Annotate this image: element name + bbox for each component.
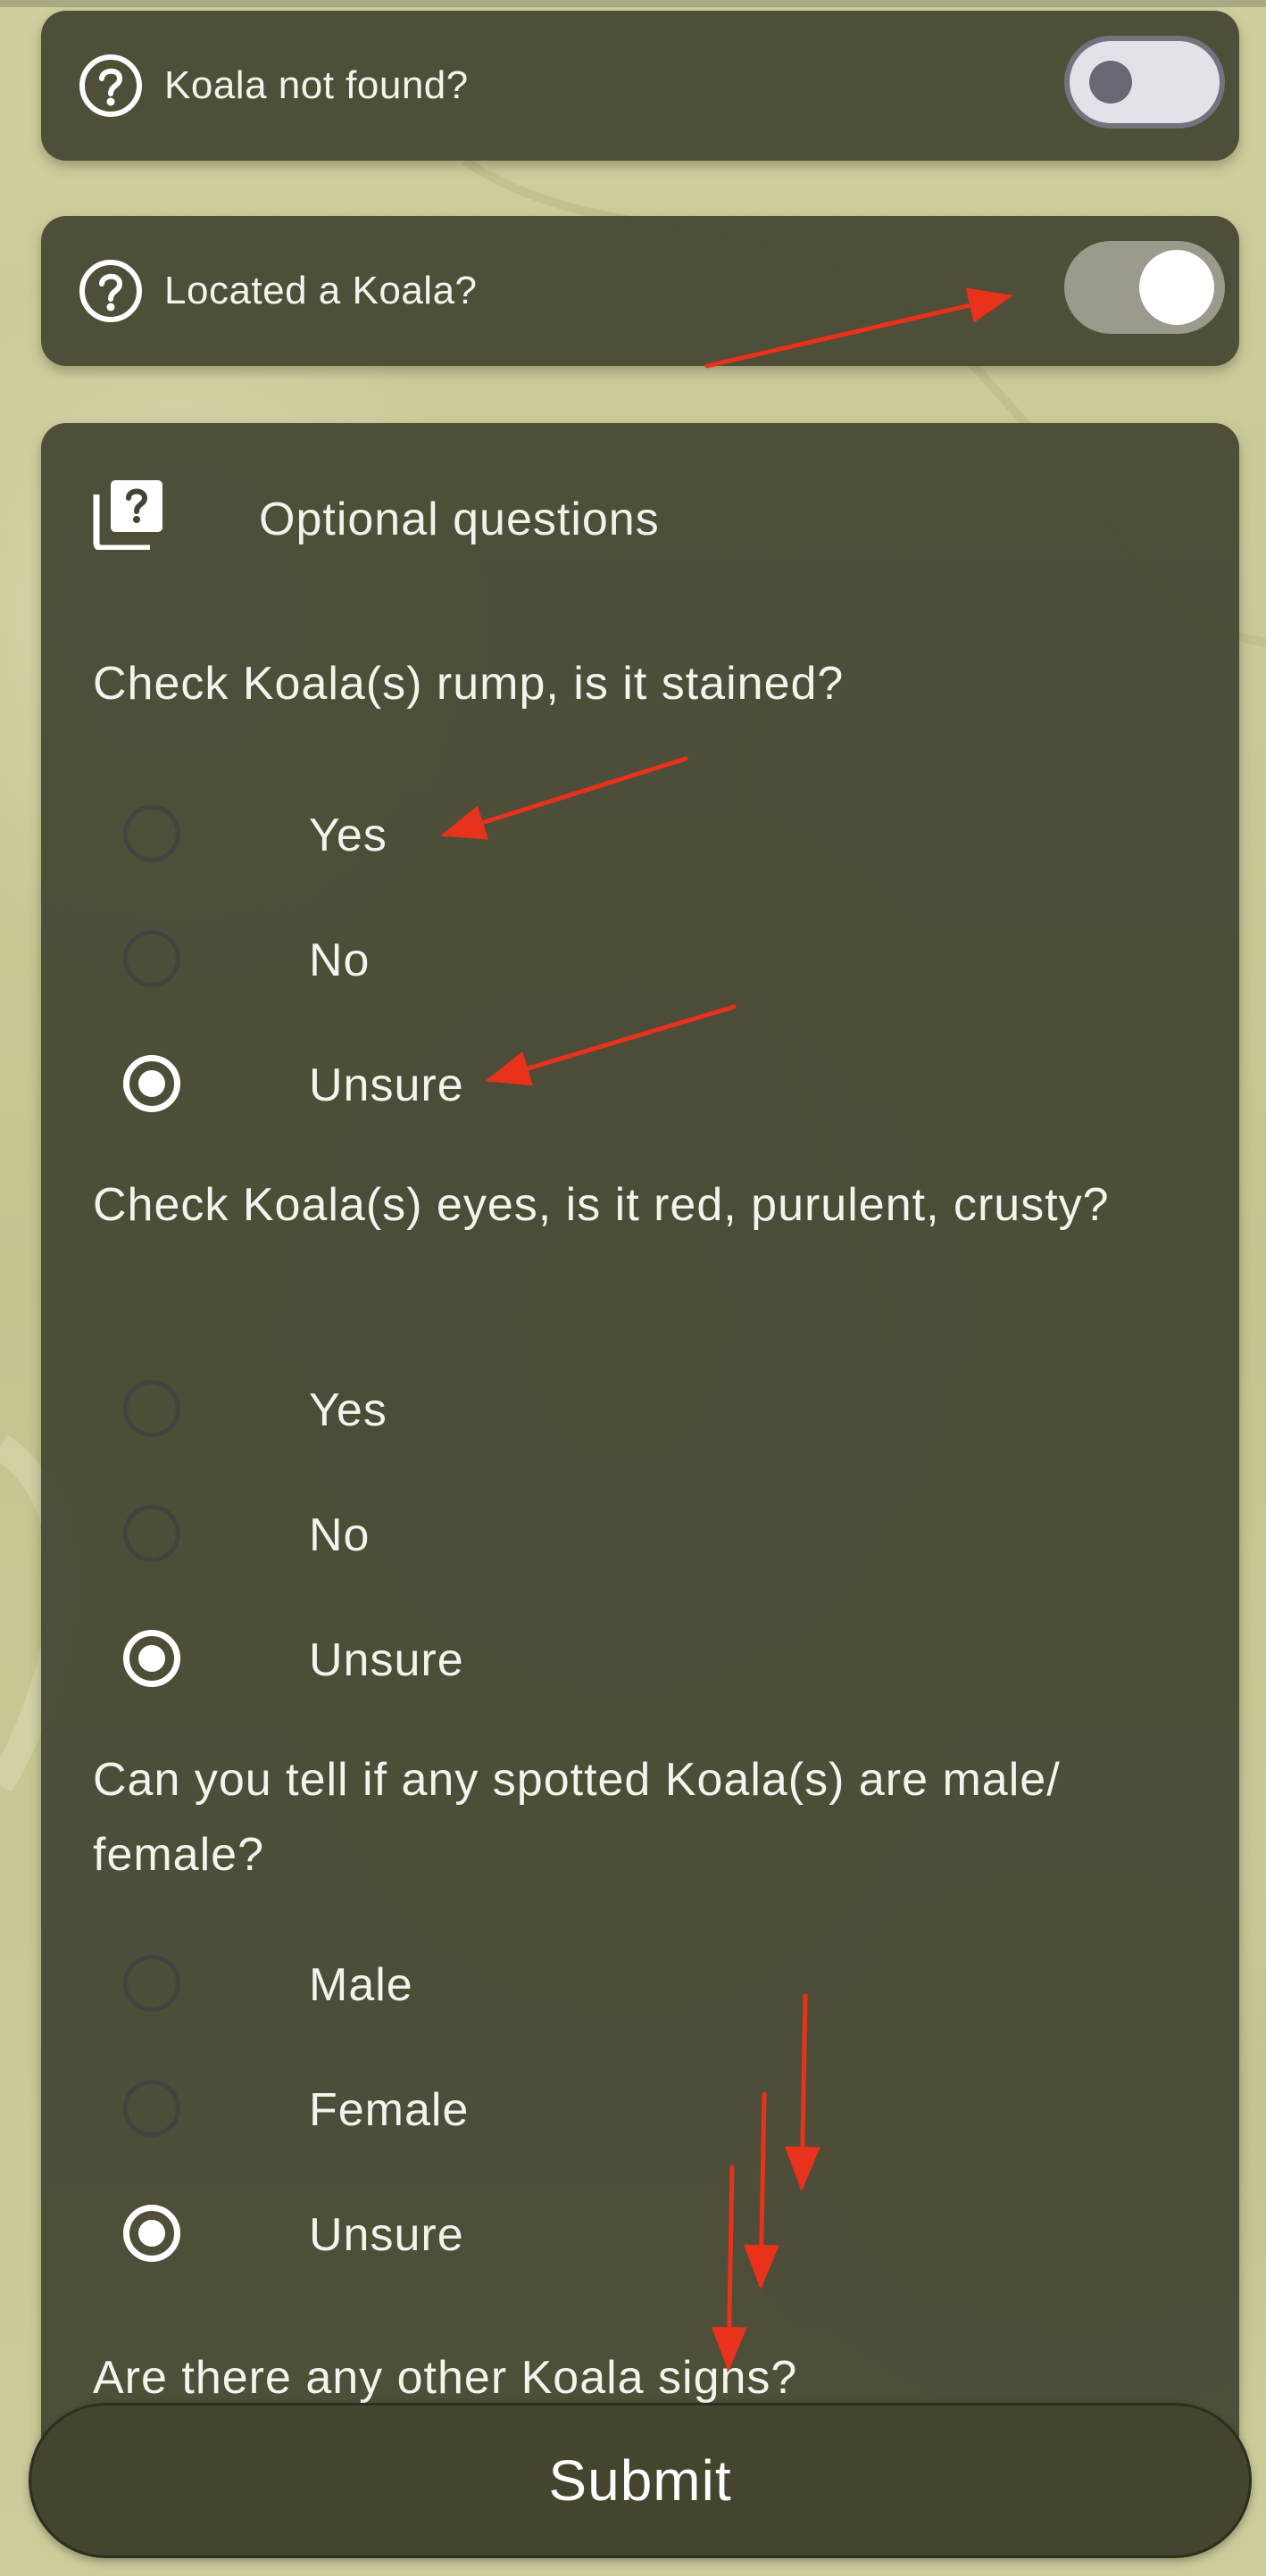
quiz-icon <box>93 480 162 550</box>
option-label: Unsure <box>309 1059 464 1111</box>
question-sex: Can you tell if any spotted Koala(s) are… <box>93 1754 1061 1881</box>
toggle-label: Located a Koala? <box>164 269 478 312</box>
radio-button[interactable] <box>123 2080 180 2137</box>
radio-button[interactable] <box>123 1955 180 2012</box>
option-eyes-unsure[interactable]: Unsure <box>123 1623 748 1694</box>
option-label: Unsure <box>309 2209 464 2261</box>
radio-button[interactable] <box>123 1505 180 1562</box>
option-rump-yes[interactable]: Yes <box>123 798 748 869</box>
koala-not-found-switch[interactable] <box>1064 36 1225 129</box>
question-partial: Are there any other Koala signs? <box>93 2352 798 2404</box>
top-edge <box>0 0 1266 7</box>
radio-button-selected[interactable] <box>123 1055 180 1112</box>
option-label: Male <box>309 1959 413 2011</box>
section-title: Optional questions <box>259 494 660 545</box>
option-rump-no[interactable]: No <box>123 923 748 994</box>
option-sex-unsure[interactable]: Unsure <box>123 2198 748 2269</box>
help-circle-icon <box>79 260 142 322</box>
option-eyes-no[interactable]: No <box>123 1498 748 1569</box>
submit-button[interactable]: Submit <box>29 2403 1252 2558</box>
radio-button[interactable] <box>123 805 180 862</box>
option-rump-unsure[interactable]: Unsure <box>123 1048 748 1119</box>
located-koala-card: Located a Koala? <box>41 216 1239 366</box>
question-eyes: Check Koala(s) eyes, is it red, purulent… <box>93 1179 1110 1231</box>
option-eyes-yes[interactable]: Yes <box>123 1373 748 1444</box>
option-label: No <box>309 935 371 986</box>
radio-button-selected[interactable] <box>123 1630 180 1687</box>
switch-knob <box>1139 250 1214 325</box>
option-sex-male[interactable]: Male <box>123 1948 748 2019</box>
optional-questions-card: Optional questions Check Koala(s) rump, … <box>41 423 1239 2476</box>
option-label: Female <box>309 2084 470 2136</box>
option-label: No <box>309 1509 371 1561</box>
toggle-label: Koala not found? <box>164 63 469 107</box>
option-sex-female[interactable]: Female <box>123 2073 748 2144</box>
radio-button[interactable] <box>123 930 180 987</box>
radio-button[interactable] <box>123 1380 180 1437</box>
located-koala-switch[interactable] <box>1064 241 1225 334</box>
switch-knob <box>1089 61 1132 104</box>
option-label: Yes <box>309 1384 387 1436</box>
option-label: Unsure <box>309 1634 464 1686</box>
radio-button-selected[interactable] <box>123 2205 180 2262</box>
help-circle-icon <box>79 54 142 117</box>
koala-not-found-card: Koala not found? <box>41 11 1239 161</box>
question-rump: Check Koala(s) rump, is it stained? <box>93 658 845 710</box>
option-label: Yes <box>309 810 387 861</box>
